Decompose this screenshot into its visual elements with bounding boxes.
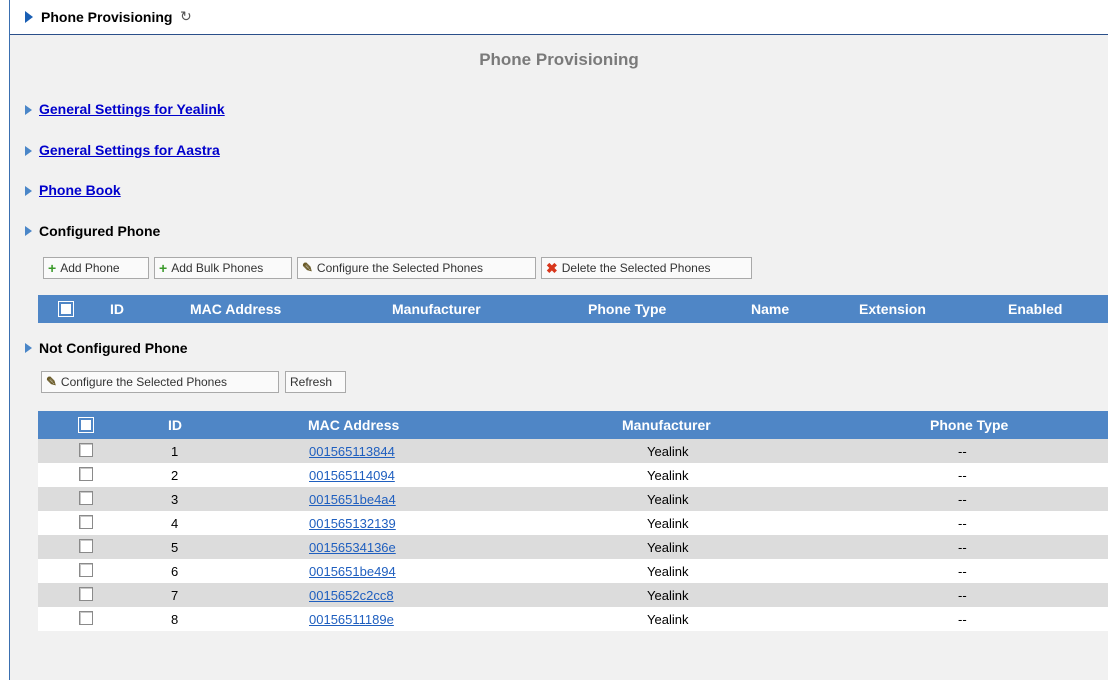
table-row: 7 0015652c2cc8 Yealink -- [38,583,1108,607]
delete-selected-button[interactable]: ✖ Delete the Selected Phones [541,257,752,279]
table-row: 5 00156534136e Yealink -- [38,535,1108,559]
refresh-button[interactable]: Refresh [285,371,346,393]
cell-mac-link[interactable]: 001565113844 [309,444,395,459]
configure-icon: ✎ [302,260,313,275]
cell-phone-type: -- [958,588,967,603]
row-checkbox[interactable] [79,443,93,457]
cell-phone-type: -- [958,444,967,459]
cell-id: 3 [171,492,179,507]
section-arrow-icon [25,105,32,115]
col-mac[interactable]: MAC Address [308,417,399,433]
cell-phone-type: -- [958,516,967,531]
cell-manufacturer: Yealink [647,516,689,531]
row-checkbox[interactable] [79,539,93,553]
row-checkbox[interactable] [79,563,93,577]
cell-mac-link[interactable]: 00156534136e [309,540,396,555]
phonebook-link[interactable]: Phone Book [39,182,121,198]
cell-mac-link[interactable]: 0015652c2cc8 [309,588,394,603]
cell-phone-type: -- [958,540,967,555]
cell-phone-type: -- [958,564,967,579]
configure-icon: ✎ [46,374,57,389]
section-arrow-icon [25,226,32,236]
cell-mac-link[interactable]: 0015651be4a4 [309,492,396,507]
cell-phone-type: -- [958,612,967,627]
cell-manufacturer: Yealink [647,588,689,603]
configure-selected-button[interactable]: ✎ Configure the Selected Phones [297,257,536,279]
col-extension[interactable]: Extension [859,301,926,317]
table-row: 2 001565114094 Yealink -- [38,463,1108,487]
title-bar: Phone Provisioning ↻ [10,0,1108,35]
section-arrow-icon [25,343,32,353]
section-not-configured-title: Not Configured Phone [39,340,188,356]
add-bulk-phones-button[interactable]: + Add Bulk Phones [154,257,292,279]
cell-mac-link[interactable]: 001565114094 [309,468,395,483]
cell-phone-type: -- [958,468,967,483]
col-id[interactable]: ID [110,301,124,317]
cell-manufacturer: Yealink [647,492,689,507]
configure-selected-button-2[interactable]: ✎ Configure the Selected Phones [41,371,279,393]
col-mac[interactable]: MAC Address [190,301,281,317]
table-row: 8 00156511189e Yealink -- [38,607,1108,631]
col-manufacturer[interactable]: Manufacturer [622,417,711,433]
table-row: 4 001565132139 Yealink -- [38,511,1108,535]
table-row: 3 0015651be4a4 Yealink -- [38,487,1108,511]
cell-manufacturer: Yealink [647,468,689,483]
cell-id: 6 [171,564,179,579]
section-arrow-icon [25,186,32,196]
row-checkbox[interactable] [79,467,93,481]
col-enabled[interactable]: Enabled [1008,301,1062,317]
cell-id: 4 [171,516,179,531]
aastra-settings-link[interactable]: General Settings for Aastra [39,142,220,158]
cell-mac-link[interactable]: 00156511189e [309,612,394,627]
configure-selected-label: Configure the Selected Phones [60,375,228,389]
col-phone-type[interactable]: Phone Type [588,301,666,317]
cell-id: 5 [171,540,179,555]
add-bulk-label: Add Bulk Phones [171,261,264,275]
section-phonebook: Phone Book [39,182,121,198]
col-id[interactable]: ID [168,417,182,433]
cell-id: 7 [171,588,179,603]
cell-mac-link[interactable]: 0015651be494 [309,564,396,579]
table-row: 1 001565113844 Yealink -- [38,439,1108,463]
cell-phone-type: -- [958,492,967,507]
section-configured-title: Configured Phone [39,223,161,239]
cell-id: 8 [171,612,179,627]
col-manufacturer[interactable]: Manufacturer [392,301,481,317]
refresh-icon[interactable]: ↻ [180,8,192,25]
cell-mac-link[interactable]: 001565132139 [309,516,396,531]
select-all-checkbox[interactable] [78,417,94,433]
section-aastra: General Settings for Aastra [39,142,220,158]
select-all-checkbox[interactable] [58,301,74,317]
table-row: 6 0015651be494 Yealink -- [38,559,1108,583]
cell-id: 1 [171,444,179,459]
add-phone-button[interactable]: + Add Phone [43,257,149,279]
expand-arrow-icon [25,11,33,23]
section-yealink: General Settings for Yealink [39,101,225,117]
row-checkbox[interactable] [79,587,93,601]
delete-x-icon: ✖ [546,259,558,276]
cell-manufacturer: Yealink [647,444,689,459]
delete-selected-label: Delete the Selected Phones [561,261,711,275]
not-configured-table-header: ID MAC Address Manufacturer Phone Type [38,411,1108,439]
configure-selected-label: Configure the Selected Phones [316,261,484,275]
main-content: Phone Provisioning General Settings for … [10,35,1108,680]
cell-id: 2 [171,468,179,483]
col-name[interactable]: Name [751,301,789,317]
row-checkbox[interactable] [79,515,93,529]
section-arrow-icon [25,146,32,156]
col-phone-type[interactable]: Phone Type [930,417,1008,433]
cell-manufacturer: Yealink [647,540,689,555]
refresh-label: Refresh [290,375,333,389]
cell-manufacturer: Yealink [647,564,689,579]
configured-table-header: ID MAC Address Manufacturer Phone Type N… [38,295,1108,323]
yealink-settings-link[interactable]: General Settings for Yealink [39,101,225,117]
row-checkbox[interactable] [79,491,93,505]
row-checkbox[interactable] [79,611,93,625]
add-phone-label: Add Phone [60,261,120,275]
cell-manufacturer: Yealink [647,612,689,627]
plus-icon: + [48,260,57,276]
page-heading: Phone Provisioning [479,50,639,69]
page-title: Phone Provisioning [41,9,173,25]
plus-icon: + [159,260,168,276]
